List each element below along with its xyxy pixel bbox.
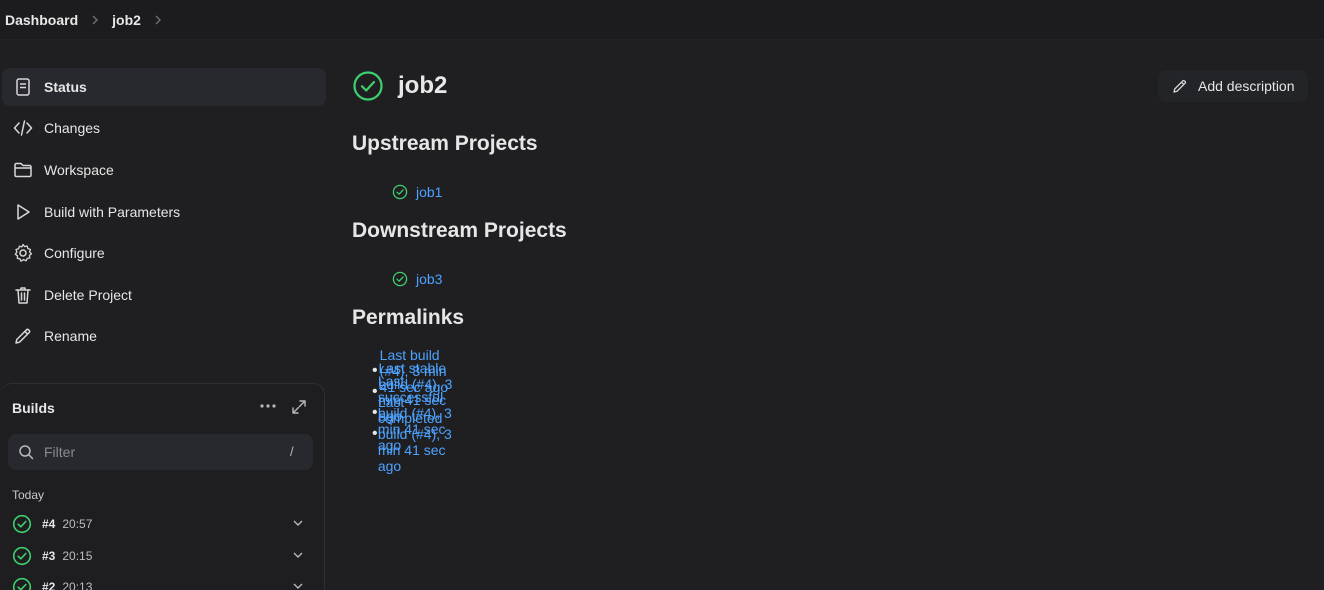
- list-item: Last completed build (#4), 3 min 41 sec …: [372, 394, 457, 474]
- chevron-right-icon[interactable]: [147, 13, 169, 27]
- permalinks-heading: Permalinks: [352, 306, 465, 329]
- build-number[interactable]: #3: [42, 549, 55, 563]
- downstream-heading: Downstream Projects: [352, 219, 567, 242]
- builds-panel: Builds / Today #4 20:57 #3 20:15 #2 20:1…: [0, 383, 325, 590]
- chevron-right-icon: [84, 13, 106, 27]
- build-time: 20:57: [62, 517, 93, 531]
- permalink-last-completed-build[interactable]: Last completed build (#4), 3 min 41 sec …: [378, 394, 458, 474]
- folder-icon: [12, 159, 34, 181]
- add-description-button[interactable]: Add description: [1158, 70, 1308, 102]
- sidebar-item-label: Delete Project: [44, 287, 132, 303]
- success-icon: [353, 71, 383, 101]
- breadcrumb-job2[interactable]: job2: [112, 12, 141, 28]
- build-row[interactable]: #3 20:15: [12, 545, 312, 567]
- expand-icon[interactable]: [291, 399, 307, 415]
- trash-icon: [12, 284, 34, 306]
- success-icon: [12, 577, 32, 590]
- play-icon: [12, 201, 34, 223]
- success-icon: [392, 271, 408, 287]
- upstream-heading: Upstream Projects: [352, 132, 538, 155]
- sidebar-item-label: Build with Parameters: [44, 204, 181, 220]
- build-row[interactable]: #2 20:13: [12, 576, 312, 590]
- sidebar-item-rename[interactable]: Rename: [2, 317, 326, 355]
- sidebar-item-status[interactable]: Status: [2, 68, 326, 106]
- build-group-label: Today: [12, 488, 45, 502]
- sidebar-item-configure[interactable]: Configure: [2, 234, 326, 272]
- document-icon: [12, 76, 34, 98]
- build-time: 20:13: [62, 580, 93, 590]
- sidebar-item-label: Rename: [44, 328, 97, 344]
- permalinks-list: Last build (#4), 3 min 41 sec ago Last s…: [372, 347, 457, 474]
- downstream-project-link[interactable]: job3: [416, 271, 442, 287]
- success-icon: [12, 546, 32, 566]
- chevron-down-icon[interactable]: [292, 580, 304, 590]
- build-time: 20:15: [62, 549, 93, 563]
- more-options-icon[interactable]: [258, 398, 278, 414]
- build-number[interactable]: #2: [42, 580, 55, 590]
- builds-filter: /: [8, 434, 313, 470]
- sidebar-item-workspace[interactable]: Workspace: [2, 151, 326, 189]
- build-number[interactable]: #4: [42, 517, 55, 531]
- breadcrumb: Dashboard job2: [0, 0, 1324, 40]
- sidebar-item-delete-project[interactable]: Delete Project: [2, 276, 326, 314]
- upstream-project: job1: [392, 184, 442, 200]
- pencil-icon: [1173, 79, 1187, 93]
- build-row[interactable]: #4 20:57: [12, 513, 312, 535]
- sidebar-item-changes[interactable]: Changes: [2, 109, 326, 147]
- page-title: job2: [398, 72, 448, 99]
- sidebar-item-label: Workspace: [44, 162, 114, 178]
- success-icon: [12, 514, 32, 534]
- code-icon: [12, 117, 34, 139]
- sidebar-item-label: Status: [44, 79, 87, 95]
- search-icon: [18, 444, 34, 460]
- page-header: job2: [352, 70, 447, 102]
- upstream-project-link[interactable]: job1: [416, 184, 442, 200]
- filter-input[interactable]: [44, 440, 274, 464]
- gear-icon: [12, 242, 34, 264]
- add-description-label: Add description: [1198, 78, 1295, 94]
- builds-title: Builds: [12, 400, 55, 416]
- sidebar-item-build-with-parameters[interactable]: Build with Parameters: [2, 193, 326, 231]
- sidebar-item-label: Configure: [44, 245, 105, 261]
- filter-shortcut: /: [290, 444, 294, 459]
- downstream-project: job3: [392, 271, 442, 287]
- chevron-down-icon[interactable]: [292, 517, 304, 529]
- sidebar-item-label: Changes: [44, 120, 101, 136]
- breadcrumb-dashboard[interactable]: Dashboard: [5, 12, 78, 28]
- chevron-down-icon[interactable]: [292, 549, 304, 561]
- success-icon: [392, 184, 408, 200]
- pencil-icon: [12, 325, 34, 347]
